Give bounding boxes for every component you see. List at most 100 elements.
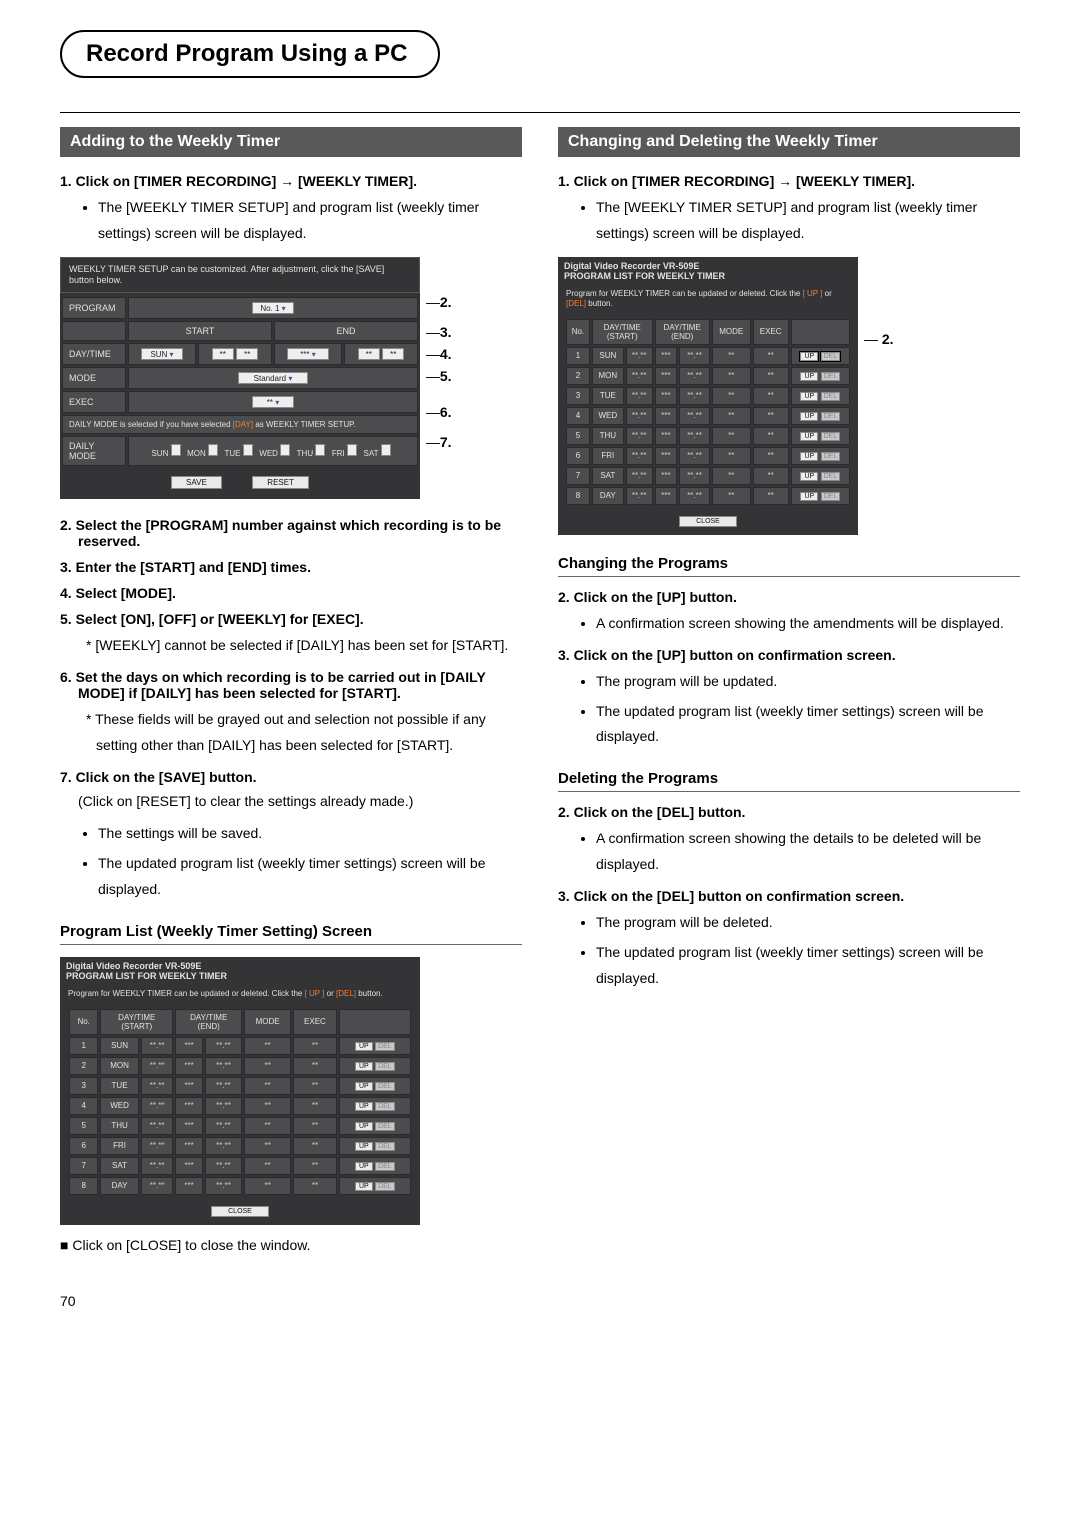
h-start: DAY/TIME (START) <box>100 1009 173 1035</box>
proglist-callout: 2. <box>864 257 894 347</box>
delete-step-3-b1: The program will be deleted. <box>596 910 1020 936</box>
proglist-title: PROGRAM LIST FOR WEEKLY TIMER <box>60 971 420 985</box>
chk-wed[interactable] <box>280 444 290 456</box>
left-step-3: 3. Enter the [START] and [END] times. <box>60 559 522 575</box>
proglist-device: Digital Video Recorder VR-509E <box>60 957 420 971</box>
proglist-figure-right: Digital Video Recorder VR-509E PROGRAM L… <box>558 257 1020 535</box>
setup-end-m[interactable]: ** <box>382 348 404 360</box>
callout-2: 2. <box>426 295 452 309</box>
setup-buttons: SAVE RESET <box>60 468 420 499</box>
table-row: 5THU**.*******.******UP DEL <box>566 427 850 445</box>
up-button[interactable]: UP <box>355 1082 373 1091</box>
del-button[interactable]: DEL <box>375 1062 395 1071</box>
rh-end: DAY/TIME (END) <box>655 319 710 345</box>
up-button[interactable]: UP <box>355 1062 373 1071</box>
setup-screenshot: WEEKLY TIMER SETUP can be customized. Af… <box>60 257 420 500</box>
change-step-3: 3. Click on the [UP] button on confirmat… <box>558 647 1020 663</box>
setup-mode-select[interactable]: Standard <box>238 372 308 384</box>
rt3: or <box>822 289 831 298</box>
del-button[interactable]: DEL <box>821 472 841 481</box>
setup-save-button[interactable]: SAVE <box>171 476 222 489</box>
rt1: Program for WEEKLY TIMER can be updated … <box>566 289 803 298</box>
setup-exec-select[interactable]: ** <box>252 396 294 408</box>
del-button[interactable]: DEL <box>821 352 841 361</box>
proglist-head-row: No. DAY/TIME (START) DAY/TIME (END) MODE… <box>69 1009 411 1035</box>
close-note-text: Click on [CLOSE] to close the window. <box>72 1237 310 1253</box>
rh-act <box>791 319 850 345</box>
del-button[interactable]: DEL <box>821 432 841 441</box>
right-step-1: 1. Click on [TIMER RECORDING] → [WEEKLY … <box>558 173 1020 189</box>
proglist-close-button[interactable]: CLOSE <box>211 1206 269 1217</box>
up-button[interactable]: UP <box>355 1142 373 1151</box>
del-button[interactable]: DEL <box>375 1122 395 1131</box>
rh-start: DAY/TIME (START) <box>592 319 653 345</box>
up-button[interactable]: UP <box>355 1162 373 1171</box>
callout-5: 5. <box>426 369 452 383</box>
up-button[interactable]: UP <box>800 352 818 361</box>
table-row: 7SAT**.*******.******UP DEL <box>69 1157 411 1175</box>
up-button[interactable]: UP <box>355 1182 373 1191</box>
right-step-1-b1: The [WEEKLY TIMER SETUP] and program lis… <box>596 195 1020 247</box>
up-button[interactable]: UP <box>355 1102 373 1111</box>
chk-sun[interactable] <box>171 444 181 456</box>
proglist-title-r: PROGRAM LIST FOR WEEKLY TIMER <box>558 271 858 285</box>
up-button[interactable]: UP <box>800 432 818 441</box>
chk-tue[interactable] <box>243 444 253 456</box>
h-no: No. <box>69 1009 98 1035</box>
right-sub-change: Changing the Programs <box>558 555 1020 577</box>
up-button[interactable]: UP <box>800 452 818 461</box>
up-button[interactable]: UP <box>800 372 818 381</box>
rh-no: No. <box>566 319 590 345</box>
up-button[interactable]: UP <box>355 1122 373 1131</box>
setup-day-select[interactable]: SUN <box>141 348 183 360</box>
del-button[interactable]: DEL <box>375 1042 395 1051</box>
rt5: button. <box>586 299 613 308</box>
chk-sat[interactable] <box>381 444 391 456</box>
chk-fri[interactable] <box>347 444 357 456</box>
up-button[interactable]: UP <box>800 392 818 401</box>
setup-tip: WEEKLY TIMER SETUP can be customized. Af… <box>60 257 420 294</box>
up-button[interactable]: UP <box>800 472 818 481</box>
del-button[interactable]: DEL <box>375 1162 395 1171</box>
setup-mode-label: MODE <box>62 367 126 389</box>
table-row: 3TUE**.*******.******UP DEL <box>566 387 850 405</box>
setup-start-h[interactable]: ** <box>212 348 234 360</box>
change-step-3-b2: The updated program list (weekly timer s… <box>596 699 1020 751</box>
setup-reset-button[interactable]: RESET <box>252 476 309 489</box>
del-button[interactable]: DEL <box>821 412 841 421</box>
t4: [DEL] <box>336 989 356 998</box>
del-button[interactable]: DEL <box>821 452 841 461</box>
table-row: 8DAY**.*******.******UP DEL <box>69 1177 411 1195</box>
chk-thu[interactable] <box>315 444 325 456</box>
up-button[interactable]: UP <box>800 412 818 421</box>
setup-endday-select[interactable]: *** <box>287 348 329 360</box>
proglist-close-button-r[interactable]: CLOSE <box>679 516 737 527</box>
setup-start-head: START <box>128 321 272 341</box>
setup-program-select[interactable]: No. 1 <box>252 302 294 314</box>
t3: or <box>324 989 336 998</box>
setup-note: DAILY MODE is selected if you have selec… <box>62 415 418 434</box>
rt4: [DEL] <box>566 299 586 308</box>
up-button[interactable]: UP <box>800 492 818 501</box>
proglist-screenshot-right: Digital Video Recorder VR-509E PROGRAM L… <box>558 257 858 535</box>
left-star-6: * These fields will be grayed out and se… <box>86 707 522 759</box>
del-button[interactable]: DEL <box>821 492 841 501</box>
up-button[interactable]: UP <box>355 1042 373 1051</box>
chk-mon[interactable] <box>208 444 218 456</box>
del-button[interactable]: DEL <box>375 1082 395 1091</box>
table-row: 3TUE**.*******.******UP DEL <box>69 1077 411 1095</box>
del-button[interactable]: DEL <box>375 1182 395 1191</box>
setup-end-h[interactable]: ** <box>358 348 380 360</box>
t5: button. <box>356 989 383 998</box>
setup-start-m[interactable]: ** <box>236 348 258 360</box>
change-step-3-b1: The program will be updated. <box>596 669 1020 695</box>
callout-6: 6. <box>426 405 452 419</box>
setup-exec-label: EXEC <box>62 391 126 413</box>
del-button[interactable]: DEL <box>821 372 841 381</box>
left-step-7-para: (Click on [RESET] to clear the settings … <box>78 789 522 815</box>
h-exec: EXEC <box>293 1009 337 1035</box>
left-step-1-bullets: The [WEEKLY TIMER SETUP] and program lis… <box>98 195 522 247</box>
del-button[interactable]: DEL <box>375 1102 395 1111</box>
del-button[interactable]: DEL <box>821 392 841 401</box>
del-button[interactable]: DEL <box>375 1142 395 1151</box>
